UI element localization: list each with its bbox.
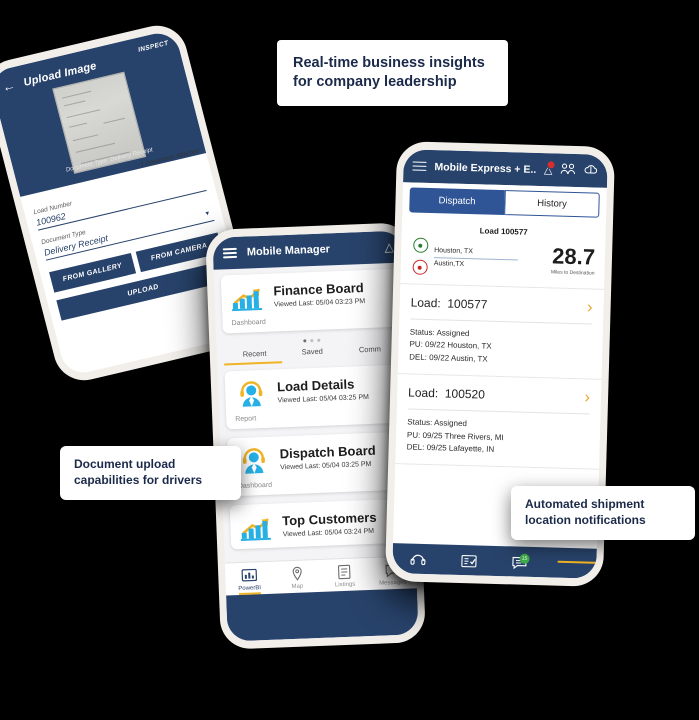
card-dispatch-board[interactable]: Dispatch Board Viewed Last: 05/04 03:25 …: [227, 431, 407, 497]
manager-card-list[interactable]: Finance Board Viewed Last: 05/04 03:23 P…: [214, 262, 416, 562]
powerbi-icon: [225, 567, 273, 585]
card-tag: Dashboard: [237, 481, 273, 491]
tab-saved[interactable]: Saved: [283, 346, 341, 361]
chevron-down-icon[interactable]: ▼: [204, 211, 211, 218]
nav-label: Messages: [379, 579, 407, 587]
load-card-header: Load: 100520 ›: [408, 384, 590, 407]
nav-item-powerbi[interactable]: PowerBI: [225, 567, 274, 596]
agent-headset-icon: [234, 378, 269, 409]
mockup-stage: ← Upload Image INSPECT Document Type: De…: [0, 0, 699, 720]
card-subtitle: Viewed Last: 05/04 03:24 PM: [282, 527, 375, 539]
card-top: Load Details Viewed Last: 05/04 03:25 PM: [234, 373, 394, 409]
load-card-title: Load: 100577: [411, 295, 588, 314]
card-top: Top Customers Viewed Last: 05/04 03:24 P…: [239, 507, 399, 543]
card-text: Dispatch Board Viewed Last: 05/04 03:25 …: [279, 443, 396, 472]
chat-badge: 15: [519, 553, 530, 564]
divider: [410, 318, 593, 325]
card-title: Load Details: [276, 376, 355, 395]
warning-triangle-icon[interactable]: △: [384, 240, 394, 254]
listings-icon: [320, 563, 368, 581]
home-indicator: [557, 560, 608, 565]
card-finance-board[interactable]: Finance Board Viewed Last: 05/04 03:23 P…: [220, 268, 400, 334]
express-tabs[interactable]: Dispatch History: [402, 182, 607, 224]
card-title: Finance Board: [273, 279, 364, 299]
card-load-details[interactable]: Load Details Viewed Last: 05/04 03:25 PM…: [224, 364, 404, 430]
load-card-100577[interactable]: Load: 100577 › Status: Assigned PU: 09/2…: [397, 284, 605, 381]
card-top: Dispatch Board Viewed Last: 05/04 03:25 …: [236, 440, 396, 476]
manager-title: Mobile Manager: [246, 243, 331, 259]
express-bottom-nav[interactable]: 15: [392, 543, 608, 579]
manager-screen: Mobile Manager △ Finance Board Viewed La…: [212, 230, 419, 642]
bar-chart-icon: [230, 282, 265, 313]
callout-automated-notifications: Automated shipment location notification…: [511, 486, 695, 540]
card-text: Load Details Viewed Last: 05/04 03:25 PM: [276, 376, 394, 405]
load-label: Load:: [407, 385, 439, 400]
miles-caption: Miles to Destination: [550, 268, 595, 277]
tab-recent[interactable]: Recent: [226, 348, 284, 363]
load-label: Load:: [410, 294, 441, 310]
chevron-right-icon[interactable]: ›: [584, 388, 590, 407]
callout-document-upload: Document upload capabilities for drivers: [60, 446, 241, 500]
tab-dispatch[interactable]: Dispatch: [409, 187, 505, 216]
card-subtitle: Viewed Last: 05/04 03:25 PM: [277, 394, 370, 405]
alert-triangle-icon[interactable]: △: [544, 160, 556, 176]
chevron-right-icon[interactable]: ›: [587, 297, 593, 316]
load-card-header: Load: 100577 ›: [410, 293, 593, 317]
nav-item-listings[interactable]: Listings: [320, 563, 369, 589]
route-cities: Houston, TX Austin,TX: [429, 244, 552, 271]
load-number: 100577: [447, 296, 488, 312]
agent-headset-icon: [236, 445, 271, 476]
nav-chat-icon[interactable]: 15: [494, 553, 545, 572]
nav-document-check-icon[interactable]: [443, 553, 494, 571]
destination-pin-icon: [411, 259, 428, 275]
load-card-title: Load: 100520: [408, 385, 585, 404]
hamburger-icon[interactable]: [222, 247, 238, 259]
route-destination: Austin,TX: [433, 259, 465, 268]
card-tag: Report: [235, 415, 257, 424]
card-top: Finance Board Viewed Last: 05/04 03:23 P…: [230, 277, 390, 313]
miles-value: 28.7: [551, 242, 596, 270]
card-subtitle: Viewed Last: 05/04 03:25 PM: [280, 461, 372, 472]
card-subtitle: Viewed Last: 05/04 03:23 PM: [273, 298, 366, 309]
route-body: Houston, TX Austin,TX 28.7 Miles to Dest…: [410, 237, 595, 279]
origin-pin-icon: [412, 237, 428, 253]
nav-label: Map: [291, 583, 304, 591]
hamburger-icon[interactable]: [412, 161, 427, 172]
card-tag: Dashboard: [231, 318, 266, 328]
manager-tabs[interactable]: Recent Saved Comm: [224, 344, 401, 364]
card-text: Top Customers Viewed Last: 05/04 03:24 P…: [282, 510, 399, 539]
load-card-100520[interactable]: Load: 100520 › Status: Assigned PU: 09/2…: [395, 374, 602, 471]
bar-chart-icon: [239, 512, 274, 543]
cloud-icon[interactable]: [583, 163, 598, 178]
nav-item-map[interactable]: Map: [273, 565, 322, 591]
back-arrow-icon[interactable]: ←: [0, 77, 16, 95]
route-heading: Load 100577: [479, 226, 528, 237]
alert-badge: [546, 160, 556, 170]
express-title: Mobile Express + E...: [434, 160, 537, 176]
load-number: 100520: [444, 386, 486, 402]
nav-headset-icon[interactable]: [392, 551, 443, 570]
miles-to-destination: 28.7 Miles to Destination: [550, 242, 596, 277]
nav-label: Listings: [334, 581, 356, 589]
tab-history[interactable]: History: [504, 190, 600, 218]
callout-real-time-insights: Real-time business insights for company …: [277, 40, 508, 107]
route-pins: [410, 237, 429, 275]
card-title: Dispatch Board: [279, 442, 376, 462]
card-top-customers[interactable]: Top Customers Viewed Last: 05/04 03:24 P…: [229, 498, 409, 550]
card-text: Finance Board Viewed Last: 05/04 03:23 P…: [273, 280, 390, 309]
map-icon: [273, 565, 321, 583]
divider: [407, 408, 590, 415]
route-summary: Load 100577 Houston, TX Austin,TX 28.7 M…: [400, 218, 606, 290]
people-icon[interactable]: [560, 163, 576, 178]
card-title: Top Customers: [281, 509, 377, 529]
manager-footer-band: [226, 588, 419, 642]
